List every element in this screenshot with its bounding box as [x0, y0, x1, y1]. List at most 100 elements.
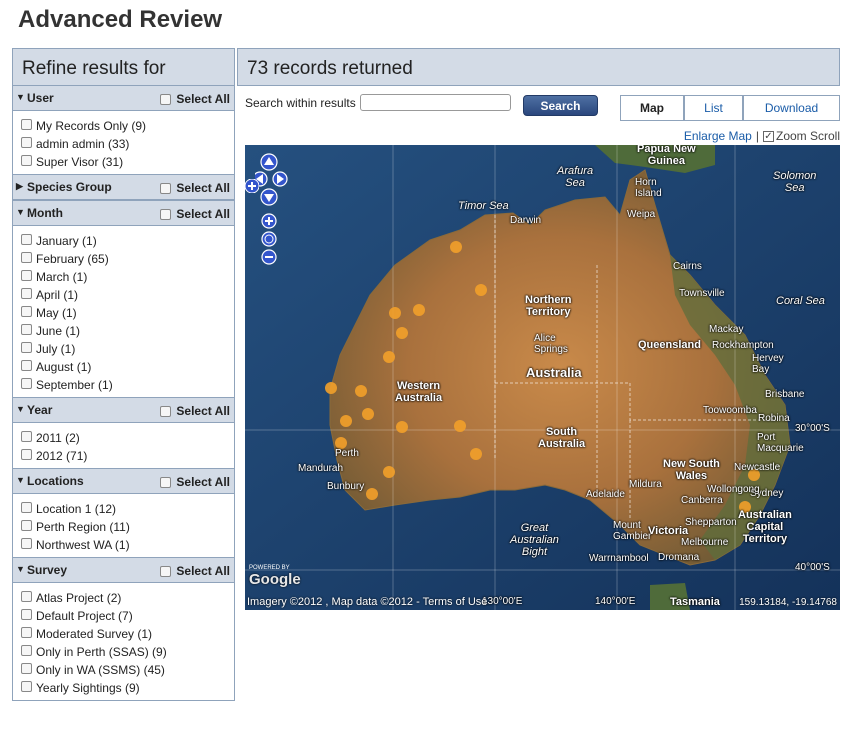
refine-item[interactable]: My Records Only (9) [21, 117, 234, 135]
refine-item[interactable]: Yearly Sightings (9) [21, 679, 234, 697]
filter-checkbox[interactable] [21, 626, 32, 638]
select-all-control[interactable]: Select All [160, 181, 230, 195]
filter-checkbox[interactable] [21, 118, 32, 130]
record-marker[interactable] [366, 488, 378, 500]
filter-checkbox[interactable] [21, 430, 32, 442]
refine-item[interactable]: September (1) [21, 376, 234, 394]
filter-checkbox[interactable] [21, 359, 32, 371]
refine-group-header[interactable]: ▼ Survey Select All [13, 558, 234, 583]
enlarge-map-link[interactable]: Enlarge Map [684, 129, 752, 143]
record-marker[interactable] [470, 448, 482, 460]
select-all-label: Select All [176, 564, 230, 578]
collapse-triangle-icon[interactable]: ▼ [16, 564, 25, 574]
select-all-control[interactable]: Select All [160, 207, 230, 221]
tab-map[interactable]: Map [620, 95, 684, 121]
refine-item-list: Atlas Project (2) Default Project (7) Mode… [13, 583, 234, 700]
collapse-triangle-icon[interactable]: ▼ [16, 92, 25, 102]
filter-checkbox[interactable] [21, 680, 32, 692]
record-marker[interactable] [454, 420, 466, 432]
filter-checkbox[interactable] [21, 287, 32, 299]
record-marker[interactable] [450, 241, 462, 253]
refine-item[interactable]: Perth Region (11) [21, 518, 234, 536]
record-marker[interactable] [475, 284, 487, 296]
record-marker[interactable] [362, 408, 374, 420]
overview-expand-icon[interactable] [245, 179, 259, 193]
refine-group-header[interactable]: ▶ Species Group Select All [13, 175, 234, 200]
refine-item[interactable]: Northwest WA (1) [21, 536, 234, 554]
tab-download[interactable]: Download [743, 95, 840, 121]
refine-group-header[interactable]: ▼ Locations Select All [13, 469, 234, 494]
select-all-checkbox[interactable] [160, 208, 172, 220]
filter-checkbox[interactable] [21, 323, 32, 335]
refine-group-header[interactable]: ▼ User Select All [13, 86, 234, 111]
filter-checkbox[interactable] [21, 136, 32, 148]
refine-item[interactable]: 2011 (2) [21, 429, 234, 447]
filter-checkbox[interactable] [21, 537, 32, 549]
filter-checkbox[interactable] [21, 341, 32, 353]
refine-group-header[interactable]: ▼ Month Select All [13, 201, 234, 226]
refine-item[interactable]: April (1) [21, 286, 234, 304]
record-marker[interactable] [389, 307, 401, 319]
search-input[interactable] [359, 94, 511, 111]
zoom-scroll-checkbox[interactable]: ✓ [762, 130, 774, 142]
collapse-triangle-icon[interactable]: ▼ [16, 475, 25, 485]
refine-item[interactable]: Only in Perth (SSAS) (9) [21, 643, 234, 661]
record-marker[interactable] [355, 385, 367, 397]
filter-checkbox[interactable] [21, 662, 32, 674]
expand-triangle-icon[interactable]: ▶ [16, 181, 23, 192]
filter-checkbox[interactable] [21, 305, 32, 317]
refine-item[interactable]: March (1) [21, 268, 234, 286]
filter-checkbox[interactable] [21, 154, 32, 166]
select-all-control[interactable]: Select All [160, 404, 230, 418]
globe-icon[interactable] [261, 231, 277, 247]
record-marker[interactable] [396, 421, 408, 433]
filter-checkbox[interactable] [21, 377, 32, 389]
refine-group-header[interactable]: ▼ Year Select All [13, 398, 234, 423]
record-marker[interactable] [383, 466, 395, 478]
select-all-checkbox[interactable] [160, 93, 172, 105]
record-marker[interactable] [383, 351, 395, 363]
refine-item[interactable]: Super Visor (31) [21, 153, 234, 171]
select-all-checkbox[interactable] [160, 565, 172, 577]
select-all-checkbox[interactable] [160, 405, 172, 417]
filter-checkbox[interactable] [21, 519, 32, 531]
filter-checkbox[interactable] [21, 233, 32, 245]
map-copyright[interactable]: Imagery ©2012 , Map data ©2012 - Terms o… [247, 596, 487, 608]
select-all-checkbox[interactable] [160, 182, 172, 194]
refine-item[interactable]: 2012 (71) [21, 447, 234, 465]
select-all-control[interactable]: Select All [160, 475, 230, 489]
filter-checkbox[interactable] [21, 251, 32, 263]
select-all-checkbox[interactable] [160, 476, 172, 488]
filter-checkbox[interactable] [21, 501, 32, 513]
record-marker[interactable] [413, 304, 425, 316]
refine-item[interactable]: February (65) [21, 250, 234, 268]
refine-item[interactable]: August (1) [21, 358, 234, 376]
select-all-control[interactable]: Select All [160, 92, 230, 106]
refine-item[interactable]: July (1) [21, 340, 234, 358]
record-marker[interactable] [396, 327, 408, 339]
tab-list[interactable]: List [684, 95, 743, 121]
refine-item[interactable]: June (1) [21, 322, 234, 340]
refine-item[interactable]: Only in WA (SSMS) (45) [21, 661, 234, 679]
refine-item[interactable]: Default Project (7) [21, 607, 234, 625]
collapse-triangle-icon[interactable]: ▼ [16, 207, 25, 217]
filter-checkbox[interactable] [21, 448, 32, 460]
select-all-control[interactable]: Select All [160, 564, 230, 578]
refine-item[interactable]: Moderated Survey (1) [21, 625, 234, 643]
record-marker[interactable] [325, 382, 337, 394]
select-all-label: Select All [176, 475, 230, 489]
refine-item[interactable]: admin admin (33) [21, 135, 234, 153]
collapse-triangle-icon[interactable]: ▼ [16, 404, 25, 414]
map-view[interactable]: Arafura Sea Timor Sea Darwin Papua New Gui… [245, 145, 840, 610]
refine-item[interactable]: Location 1 (12) [21, 500, 234, 518]
refine-item[interactable]: January (1) [21, 232, 234, 250]
filter-checkbox[interactable] [21, 269, 32, 281]
filter-checkbox[interactable] [21, 608, 32, 620]
filter-checkbox[interactable] [21, 590, 32, 602]
record-marker[interactable] [340, 415, 352, 427]
refine-item[interactable]: Atlas Project (2) [21, 589, 234, 607]
refine-item[interactable]: May (1) [21, 304, 234, 322]
filter-checkbox[interactable] [21, 644, 32, 656]
search-button[interactable]: Search [523, 95, 598, 116]
google-logo[interactable]: POWERED BY Google [249, 565, 301, 588]
